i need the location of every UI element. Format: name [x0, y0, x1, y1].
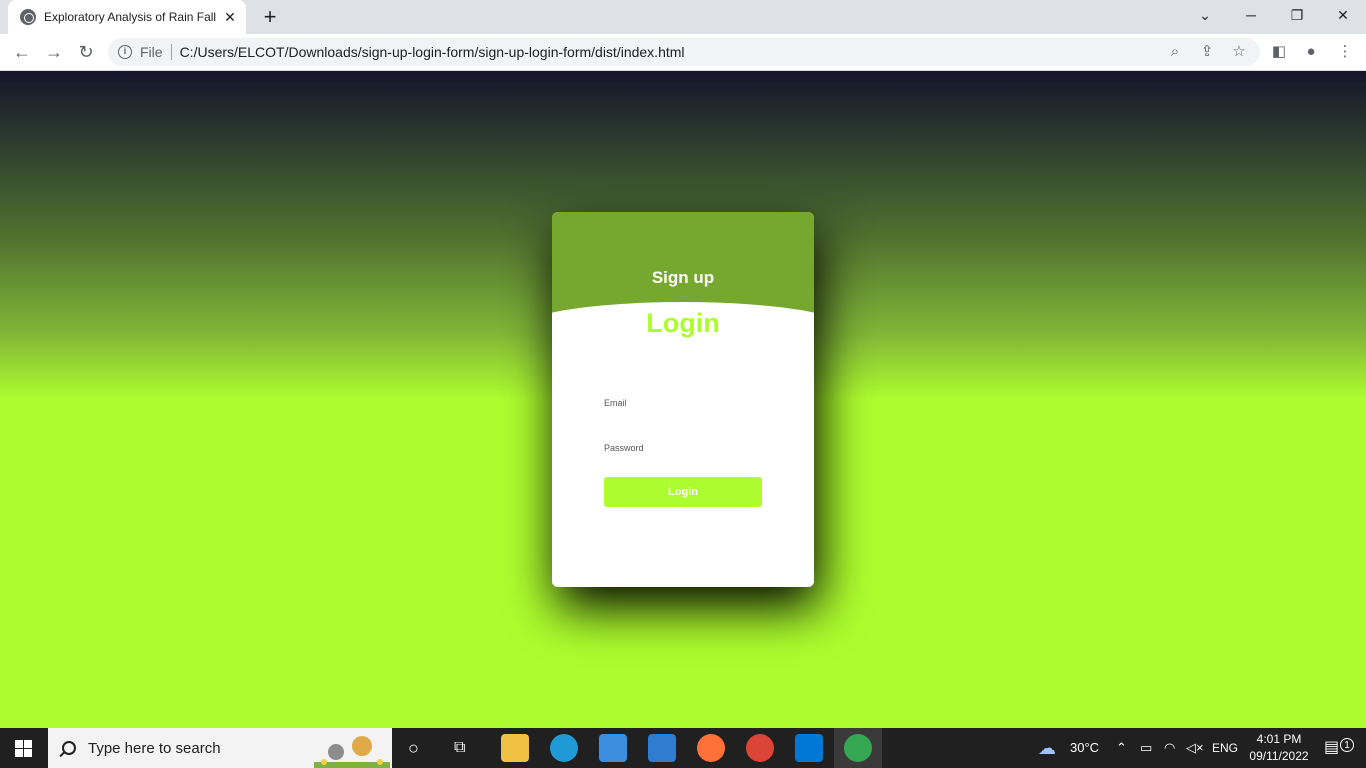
signup-title[interactable]: Sign up: [552, 268, 814, 288]
search-highlight-image: [314, 736, 390, 768]
tray-chevron-icon[interactable]: ⌃: [1116, 728, 1127, 768]
volume-muted-icon[interactable]: ◁×: [1186, 728, 1204, 768]
notification-icon[interactable]: ▤: [1324, 728, 1339, 768]
browser-tab[interactable]: Exploratory Analysis of Rain Fall D ✕: [8, 0, 246, 34]
cortana-icon[interactable]: ○: [408, 728, 419, 768]
minimize-button[interactable]: ─: [1228, 0, 1274, 30]
taskbar-search[interactable]: Type here to search: [48, 728, 392, 768]
address-bar[interactable]: i File C:/Users/ELCOT/Downloads/sign-up-…: [108, 38, 1260, 66]
chrome-profile-icon[interactable]: [746, 734, 774, 762]
edge-icon[interactable]: [550, 734, 578, 762]
search-placeholder: Type here to search: [88, 739, 221, 757]
browser-tab-bar: Exploratory Analysis of Rain Fall D ✕ + …: [0, 0, 1366, 34]
firefox-icon[interactable]: [697, 734, 725, 762]
new-tab-button[interactable]: +: [260, 6, 280, 28]
star-icon[interactable]: ☆: [1228, 41, 1250, 63]
login-button[interactable]: Login: [604, 477, 762, 507]
info-icon[interactable]: i: [118, 45, 132, 59]
language-indicator[interactable]: ENG: [1212, 728, 1238, 768]
task-view-icon[interactable]: ⧉: [454, 728, 465, 768]
taskbar: Type here to search ○ ⧉ ☁ 30°C ⌃ ▭ ◠ ◁× …: [0, 728, 1366, 768]
weather-icon[interactable]: ☁: [1038, 728, 1056, 768]
vscode-icon[interactable]: [795, 734, 823, 762]
page-background: Sign up Login Email Password Login: [0, 71, 1366, 728]
chrome-taskbar-button[interactable]: [834, 728, 882, 768]
clock[interactable]: 4:01 PM 09/11/2022: [1248, 731, 1310, 765]
clock-time: 4:01 PM: [1256, 732, 1302, 746]
close-tab-icon[interactable]: ✕: [222, 9, 238, 25]
back-arrow-icon[interactable]: ←: [10, 40, 34, 64]
notification-count: 1: [1340, 738, 1354, 752]
login-panel: [552, 302, 814, 587]
wifi-icon[interactable]: ◠: [1164, 728, 1175, 768]
weather-text[interactable]: 30°C: [1070, 728, 1099, 768]
side-panel-icon[interactable]: ◧: [1268, 41, 1290, 63]
menu-icon[interactable]: ⋮: [1334, 41, 1356, 63]
share-icon[interactable]: ⇪: [1196, 41, 1218, 63]
chrome-icon: [844, 734, 872, 762]
scheme-label: File: [140, 44, 163, 60]
clock-date: 09/11/2022: [1249, 749, 1309, 763]
search-icon: [62, 741, 76, 755]
close-window-button[interactable]: ✕: [1320, 0, 1366, 30]
store-icon[interactable]: [599, 734, 627, 762]
divider: [170, 44, 172, 60]
tab-title: Exploratory Analysis of Rain Fall D: [44, 10, 218, 24]
zoom-icon[interactable]: ⌕: [1164, 41, 1186, 63]
globe-icon: [20, 9, 36, 25]
reload-icon[interactable]: ↻: [74, 40, 98, 64]
restore-button[interactable]: ❐: [1274, 0, 1320, 30]
file-explorer-icon[interactable]: [501, 734, 529, 762]
password-field[interactable]: Password: [604, 443, 644, 453]
url-text[interactable]: C:/Users/ELCOT/Downloads/sign-up-login-f…: [180, 44, 685, 60]
windows-start-icon[interactable]: [15, 740, 32, 757]
battery-icon[interactable]: ▭: [1140, 728, 1152, 768]
mail-icon[interactable]: [648, 734, 676, 762]
email-field[interactable]: Email: [604, 398, 627, 408]
profile-icon[interactable]: ●: [1300, 41, 1322, 63]
tab-search-icon[interactable]: ⌄: [1182, 0, 1228, 30]
browser-toolbar: ← → ↻ i File C:/Users/ELCOT/Downloads/si…: [0, 34, 1366, 71]
auth-card: Sign up Login Email Password Login: [552, 212, 814, 587]
login-title[interactable]: Login: [552, 308, 814, 339]
forward-arrow-icon[interactable]: →: [42, 40, 66, 64]
